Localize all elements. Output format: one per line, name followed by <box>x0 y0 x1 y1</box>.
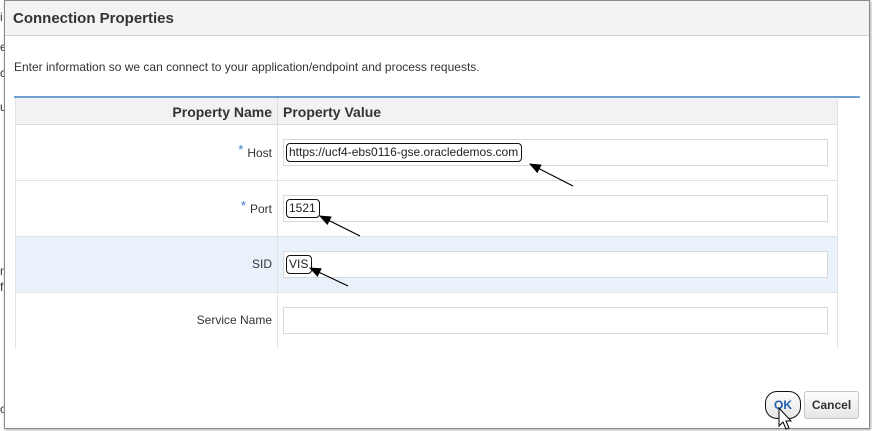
properties-table: Property Name Property Value * Host https… <box>15 98 838 349</box>
column-divider <box>277 125 278 180</box>
column-header-property-name: Property Name <box>172 104 272 120</box>
column-divider <box>277 181 278 236</box>
sid-value: VIS <box>286 255 313 274</box>
dialog-instruction: Enter information so we can connect to y… <box>14 60 480 74</box>
host-value: https://ucf4-ebs0116-gse.oracledemos.com <box>286 143 523 162</box>
connection-properties-dialog: Connection Properties Enter information … <box>4 0 870 429</box>
sid-input[interactable]: VIS <box>283 251 828 278</box>
service-name-label: Service Name <box>196 313 272 327</box>
port-value: 1521 <box>286 199 320 218</box>
required-indicator: * <box>240 198 246 213</box>
table-row-host[interactable]: * Host https://ucf4-ebs0116-gse.oracledem… <box>16 125 837 181</box>
table-row-port[interactable]: * Port 1521 <box>16 181 837 237</box>
dialog-header: Connection Properties <box>5 1 869 36</box>
column-divider <box>277 237 278 292</box>
column-divider <box>277 98 278 125</box>
table-header: Property Name Property Value <box>16 98 837 125</box>
port-label: * Port <box>240 198 272 216</box>
port-input[interactable]: 1521 <box>283 195 828 222</box>
cancel-button[interactable]: Cancel <box>804 391 859 419</box>
table-row-service-name[interactable]: Service Name <box>16 293 837 349</box>
host-label: * Host <box>238 142 272 160</box>
dialog-title: Connection Properties <box>13 10 174 27</box>
sid-label: SID <box>251 257 272 271</box>
column-divider <box>277 293 278 349</box>
ok-button[interactable]: OK <box>765 391 801 419</box>
column-header-property-value: Property Value <box>283 104 382 120</box>
table-row-sid[interactable]: SID VIS <box>16 237 837 293</box>
service-name-input[interactable] <box>283 307 828 334</box>
host-input[interactable]: https://ucf4-ebs0116-gse.oracledemos.com <box>283 139 828 166</box>
required-indicator: * <box>238 142 244 157</box>
